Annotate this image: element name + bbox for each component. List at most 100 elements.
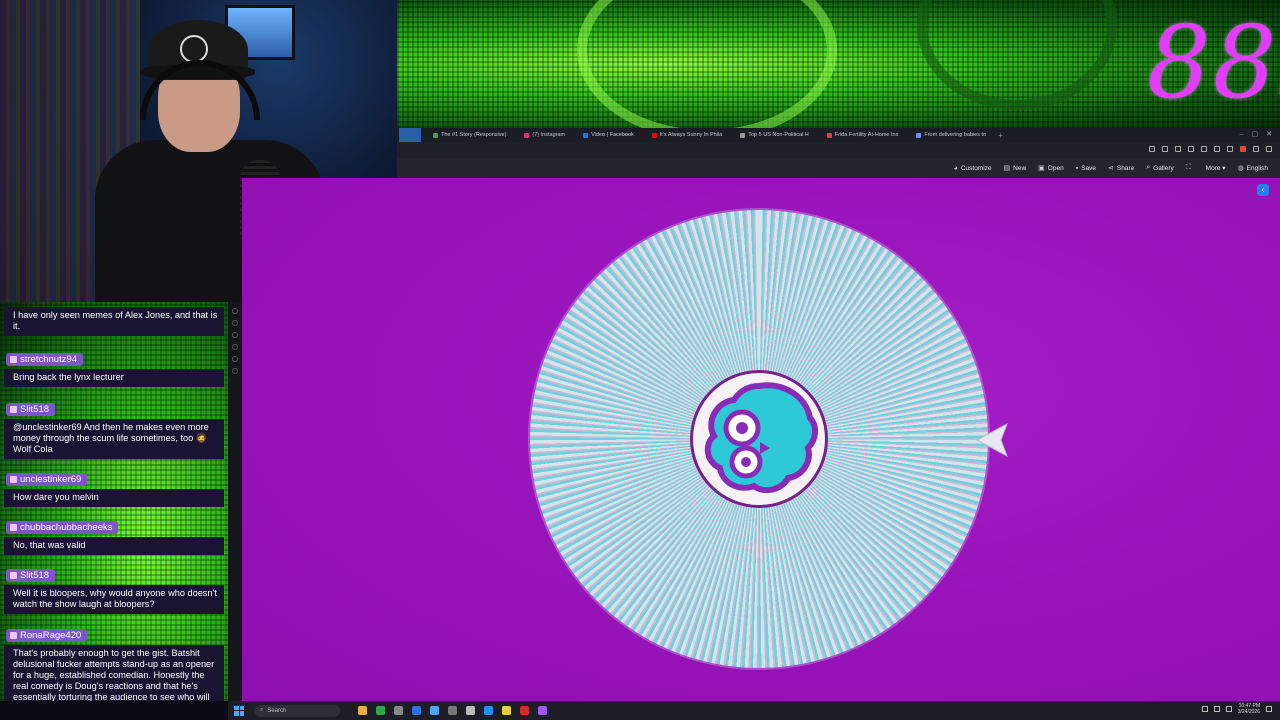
opera-icon[interactable]: [520, 706, 529, 715]
file-explorer-icon[interactable]: [358, 706, 367, 715]
tab-favicon-icon: [433, 132, 438, 138]
chat-username[interactable]: Slit518: [6, 403, 56, 416]
settings-icon[interactable]: [448, 706, 457, 715]
menu-button-fullscreen[interactable]: ⛶: [1186, 164, 1194, 172]
extension-icon[interactable]: [1188, 146, 1194, 152]
tab-favicon-icon: [916, 132, 922, 138]
globe-icon: ◍: [1237, 165, 1244, 172]
menu-button-english[interactable]: ◍ English: [1237, 164, 1268, 173]
extension-icon[interactable]: [1227, 146, 1233, 152]
taskbar-search[interactable]: ⌕ Search: [254, 704, 340, 717]
sidebar-toggle-button[interactable]: ‹: [1257, 184, 1269, 196]
app-icon[interactable]: [412, 706, 421, 715]
extension-icon-active[interactable]: [1240, 146, 1246, 152]
chat-message: stretchnutz94 Bring back the lynx lecture…: [4, 350, 224, 387]
countdown-timer: 883:09:11: [1147, 4, 1280, 121]
extension-icon[interactable]: [1162, 146, 1168, 152]
chat-message: Slit518 Well it is bloopers, why would an…: [4, 566, 224, 614]
menu-icon[interactable]: [1266, 146, 1272, 152]
menu-button-save[interactable]: ▪ Save: [1076, 165, 1096, 172]
banner-swirl: [577, 0, 837, 128]
chat-username[interactable]: chubbachubbacheeks: [6, 521, 119, 534]
extension-icon[interactable]: [1253, 146, 1259, 152]
browser-tab-strip: The #1 Story (Responsive) (7) Instagram Vi…: [397, 128, 1280, 142]
os-taskbar: ⌕ Search 10:47 PM 3/24/2026: [228, 701, 1280, 720]
banner-swirl: [917, 0, 1117, 110]
search-icon: ⌕: [1146, 164, 1151, 171]
tab-label: It's Always Sunny In Phila: [659, 132, 723, 138]
chat-icon[interactable]: [232, 368, 238, 374]
notification-icon[interactable]: [1266, 706, 1272, 712]
system-clock[interactable]: 10:47 PM 3/24/2026: [1238, 703, 1260, 715]
menu-button-more[interactable]: More ▾: [1206, 164, 1226, 172]
close-icon[interactable]: ✕: [1266, 130, 1272, 138]
taskbar-apps: [358, 706, 547, 715]
menu-button-label: Save: [1081, 164, 1097, 172]
menu-button-gallery[interactable]: ⌕ Gallery: [1146, 164, 1174, 172]
chat-message: unclestinker69 How dare you melvin: [4, 470, 224, 507]
app-icon[interactable]: [484, 706, 493, 715]
chat-icon[interactable]: [232, 344, 238, 350]
browser-tab[interactable]: [399, 128, 421, 142]
clock-date: 3/24/2026: [1237, 709, 1260, 715]
tab-label: The #1 Story (Responsive): [441, 132, 507, 138]
chat-message-text: Bring back the lynx lecturer: [4, 369, 224, 387]
chat-username[interactable]: Slit518: [6, 569, 56, 582]
tab-favicon-icon: [651, 132, 657, 138]
steam-icon[interactable]: [430, 706, 439, 715]
menu-button-share[interactable]: ⋖ Share: [1108, 164, 1134, 173]
menu-button-label: Gallery: [1153, 164, 1174, 172]
chat-icon[interactable]: [232, 332, 238, 338]
new-tab-button[interactable]: +: [998, 131, 1003, 140]
chat-username[interactable]: stretchnutz94: [6, 353, 84, 366]
tab-favicon-icon: [740, 132, 746, 138]
menu-button-customize[interactable]: ◕ Customize: [954, 165, 992, 172]
chat-settings-icon[interactable]: [232, 308, 238, 314]
browser-tab[interactable]: The #1 Story (Responsive): [427, 128, 512, 142]
chat-icon[interactable]: [232, 320, 238, 326]
app-icon[interactable]: [502, 706, 511, 715]
window-controls: – ▢ ✕: [1240, 128, 1272, 140]
minimize-icon[interactable]: –: [1240, 131, 1244, 138]
browser-tab[interactable]: Video | Facebook: [577, 128, 640, 142]
browser-tab[interactable]: From delivering babies to: [910, 128, 992, 142]
chat-message-text: @unclestinker69 And then he makes even m…: [4, 419, 224, 459]
chat-username-text: RonaRage420: [20, 630, 82, 641]
stream-banner: 883:09:11: [397, 0, 1280, 128]
browser-tab[interactable]: Top 5 US Non-Political H: [734, 128, 815, 142]
subscriber-badge-icon: [10, 476, 17, 483]
extension-icon[interactable]: [1175, 146, 1181, 152]
store-icon[interactable]: [394, 706, 403, 715]
browser-tab[interactable]: Frida Fertility At-Home Ins: [821, 128, 905, 142]
xbox-icon[interactable]: [376, 706, 385, 715]
maximize-icon[interactable]: ▢: [1252, 130, 1259, 138]
tab-label: Frida Fertility At-Home Ins: [834, 132, 899, 138]
subscriber-badge-icon: [10, 406, 17, 413]
browser-tab[interactable]: It's Always Sunny In Phila: [646, 128, 729, 142]
folder-icon: ▣: [1038, 165, 1045, 172]
network-icon[interactable]: [1213, 706, 1220, 712]
app-icon[interactable]: [466, 706, 475, 715]
app-icon[interactable]: [538, 706, 547, 715]
browser-tab[interactable]: (7) Instagram: [518, 128, 571, 142]
volume-icon[interactable]: [1225, 706, 1232, 712]
menu-button-new[interactable]: ▤ New: [1004, 164, 1027, 173]
save-icon: ▪: [1075, 164, 1079, 172]
chat-username[interactable]: RonaRage420: [6, 629, 88, 642]
chat-panel: I have only seen memes of Alex Jones, an…: [0, 302, 242, 701]
chat-icon[interactable]: [232, 356, 238, 362]
menu-button-open[interactable]: ▣ Open: [1038, 164, 1064, 173]
chat-username-text: stretchnutz94: [20, 354, 78, 365]
cap-logo: [180, 35, 208, 63]
windows-start-icon[interactable]: [234, 705, 244, 716]
tray-chevron-icon[interactable]: [1201, 706, 1208, 712]
extension-icon[interactable]: [1149, 146, 1155, 152]
browser-toolbar: [397, 142, 1280, 158]
heart-icon[interactable]: [1214, 146, 1220, 152]
chat-username[interactable]: unclestinker69: [6, 473, 88, 486]
extension-icon[interactable]: [1201, 146, 1207, 152]
chat-username-text: Slit518: [20, 404, 50, 415]
skull-logo-icon: [704, 382, 818, 494]
search-icon: ⌕: [260, 707, 264, 713]
system-tray: 10:47 PM 3/24/2026: [1201, 703, 1272, 715]
